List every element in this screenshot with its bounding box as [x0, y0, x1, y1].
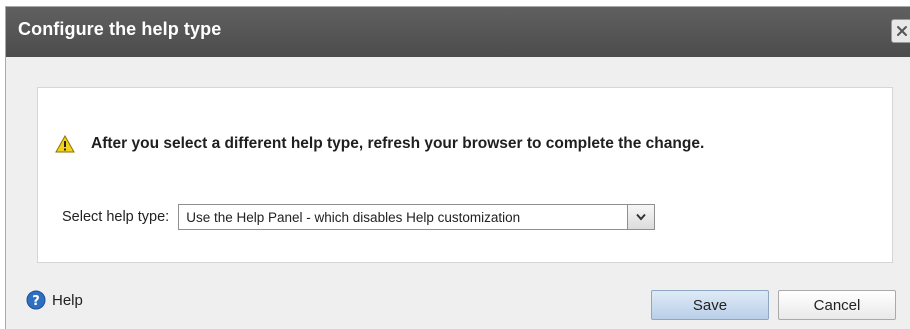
content-panel: After you select a different help type, … — [37, 87, 893, 263]
cancel-button[interactable]: Cancel — [778, 290, 896, 320]
dialog-titlebar: Configure the help type — [6, 7, 910, 57]
save-button[interactable]: Save — [651, 290, 769, 320]
warning-message-row: After you select a different help type, … — [55, 135, 704, 153]
close-icon — [897, 26, 907, 36]
configure-help-dialog: Configure the help type After you select… — [5, 6, 910, 329]
warning-icon — [55, 135, 75, 153]
help-type-select[interactable]: Use the Help Panel - which disables Help… — [178, 204, 656, 230]
help-label: Help — [52, 291, 83, 309]
dialog-title: Configure the help type — [18, 19, 222, 39]
svg-text:?: ? — [32, 294, 40, 309]
warning-text: After you select a different help type, … — [91, 135, 705, 152]
help-icon: ? — [26, 290, 46, 310]
help-type-selected-value: Use the Help Panel - which disables Help… — [186, 209, 521, 225]
select-dropdown-button[interactable] — [627, 205, 655, 229]
help-type-label: Select help type: — [62, 209, 170, 225]
close-button[interactable] — [891, 19, 910, 43]
chevron-down-icon — [636, 213, 646, 221]
help-link[interactable]: ? Help — [26, 290, 83, 310]
help-type-row: Select help type: Use the Help Panel - w… — [62, 204, 656, 230]
